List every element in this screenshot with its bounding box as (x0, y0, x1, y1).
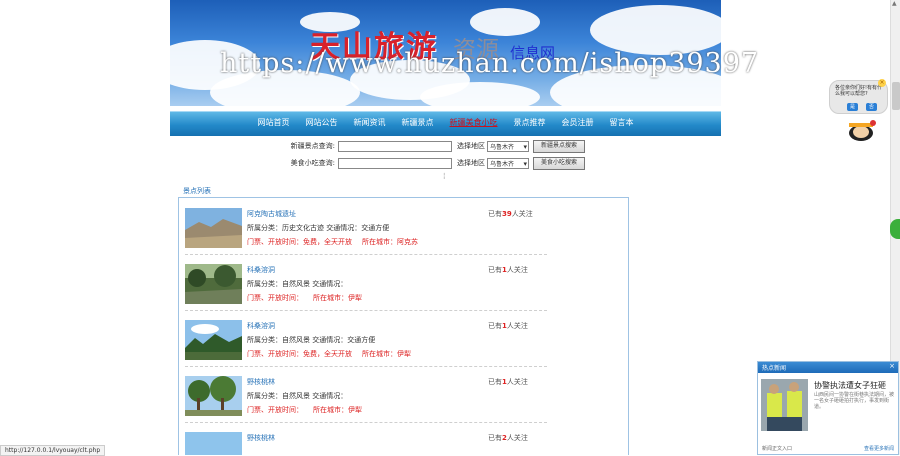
scenic-name-link[interactable]: 科桑溶洞 (247, 321, 275, 331)
scroll-up-arrow-icon[interactable]: ▲ (892, 0, 897, 7)
scenic-name-link[interactable]: 科桑溶洞 (247, 265, 275, 275)
nav-item-register[interactable]: 会员注册 (554, 112, 602, 136)
news-image[interactable] (761, 379, 808, 431)
follow-count: 已有39人关注 (488, 210, 533, 218)
nav-item-scenic[interactable]: 新疆景点 (394, 112, 442, 136)
scenic-search-button[interactable]: 新疆景点搜索 (533, 139, 586, 153)
scenic-thumbnail[interactable] (185, 264, 242, 304)
chat-no-button[interactable]: 否 (866, 103, 878, 111)
city-text: 所在城市：伊犁 (362, 350, 411, 358)
scenic-name-link[interactable]: 野核桃林 (247, 433, 275, 443)
list-item: 阿克陶古城遗址 所属分类：历史文化古迹 交通情况：交通方便 门票、开放时间：免费… (185, 198, 547, 255)
city-text: 所在城市：伊犁 (313, 294, 362, 302)
chat-mascot-icon[interactable] (847, 117, 879, 141)
news-headline-link[interactable]: 协警执法遭女子狂砸 (814, 380, 886, 391)
scenic-meta: 所属分类：自然风景 交通情况： (247, 392, 348, 400)
nav-item-food[interactable]: 新疆美食小吃 (442, 112, 506, 136)
nav-item-news[interactable]: 新闻资讯 (346, 112, 394, 136)
city-text: 所在城市：阿克苏 (362, 238, 418, 246)
scenic-name-link[interactable]: 野核桃林 (247, 377, 275, 387)
main-nav: 网站首页 网站公告 新闻资讯 新疆景点 新疆美食小吃 景点推荐 会员注册 留言本 (170, 111, 721, 136)
scrollbar-thumb[interactable] (892, 82, 900, 110)
food-search-input[interactable] (338, 157, 452, 169)
scenic-region-label: 选择地区 (457, 142, 485, 150)
news-popup: 热点新闻 × 协警执法遭女子狂砸 山西民间一协警在街巷执法期间，被一名女子砸砸拍… (757, 361, 899, 455)
news-popup-title: 热点新闻 (762, 365, 787, 372)
scenic-thumbnail[interactable] (185, 208, 242, 248)
news-popup-header: 热点新闻 × (758, 362, 898, 373)
list-item: 科桑溶洞 所属分类：自然风景 交通情况： 门票、开放时间： 所在城市：伊犁 已有1… (185, 254, 547, 311)
scenic-thumbnail[interactable] (185, 376, 242, 416)
nav-item-guestbook[interactable]: 留言本 (602, 112, 642, 136)
browser-status-bar: http://127.0.0.1/lvyouay/clt.php (0, 444, 900, 456)
scenic-meta: 所属分类：自然风景 交通情况： (247, 280, 348, 288)
follow-count: 已有1人关注 (488, 322, 528, 330)
watermark-text: https://www.huzhan.com/ishop39397 (220, 48, 760, 79)
scenic-ticket-info: 门票、开放时间：免费，全天开放 所在城市：伊犁 (247, 349, 421, 359)
list-heading: 景点列表 (183, 187, 211, 195)
nav-item-notice[interactable]: 网站公告 (298, 112, 346, 136)
scenic-meta: 所属分类：自然风景 交通情况：交通方便 (247, 336, 376, 344)
follow-count: 已有2人关注 (488, 434, 528, 442)
follow-count: 已有1人关注 (488, 266, 528, 274)
food-search-label: 美食小吃查询: (290, 159, 335, 167)
ticket-text: 门票、开放时间： (247, 294, 303, 302)
chat-close-icon[interactable]: × (878, 79, 886, 87)
scenic-ticket-info: 门票、开放时间： 所在城市：伊犁 (247, 293, 372, 303)
food-search-button[interactable]: 美食小吃搜索 (533, 156, 586, 170)
follow-count: 已有1人关注 (488, 378, 528, 386)
scenic-search-input[interactable] (338, 140, 452, 152)
news-summary: 山西民间一协警在街巷执法期间，被一名女子砸砸拍打执行，事发到街道。 (814, 392, 895, 410)
chat-bubble-text: 各位亲你们好!有有什么我可以帮您? (835, 85, 883, 97)
list-item: 科桑溶洞 所属分类：自然风景 交通情况：交通方便 门票、开放时间：免费，全天开放… (185, 310, 547, 367)
food-region-select[interactable]: 乌鲁木齐 (487, 157, 529, 170)
nav-item-recommend[interactable]: 景点推荐 (506, 112, 554, 136)
scenic-region-select[interactable]: 乌鲁木齐 (487, 140, 529, 153)
scenic-name-link[interactable]: 阿克陶古城遗址 (247, 209, 296, 219)
city-text: 所在城市：伊犁 (313, 406, 362, 414)
text-caret: ¦ (443, 172, 446, 180)
chat-yes-button[interactable]: 是 (847, 103, 859, 111)
ticket-text: 门票、开放时间： (247, 406, 303, 414)
list-item: 野核桃林 所属分类：自然风景 交通情况： 门票、开放时间： 所在城市：伊犁 已有1… (185, 366, 547, 423)
scenic-ticket-info: 门票、开放时间： 所在城市：伊犁 (247, 405, 372, 415)
status-url: http://127.0.0.1/lvyouay/clt.php (0, 445, 106, 456)
scenic-ticket-info: 门票、开放时间：免费，全天开放 所在城市：阿克苏 (247, 237, 428, 247)
side-float-tab[interactable] (890, 219, 900, 239)
scenic-search-label: 新疆景点查询: (290, 142, 335, 150)
nav-item-home[interactable]: 网站首页 (250, 112, 298, 136)
food-search-row: 美食小吃查询: 选择地区 乌鲁木齐 美食小吃搜索 (283, 156, 586, 170)
scenic-search-row: 新疆景点查询: 选择地区 乌鲁木齐 新疆景点搜索 (283, 139, 586, 153)
food-region-label: 选择地区 (457, 159, 485, 167)
scenic-meta: 所属分类：历史文化古迹 交通情况：交通方便 (247, 224, 390, 232)
scenic-list: 阿克陶古城遗址 所属分类：历史文化古迹 交通情况：交通方便 门票、开放时间：免费… (178, 197, 629, 455)
ticket-text: 门票、开放时间：免费，全天开放 (247, 350, 352, 358)
scenic-thumbnail[interactable] (185, 320, 242, 360)
news-popup-close-icon[interactable]: × (889, 362, 895, 370)
ticket-text: 门票、开放时间：免费，全天开放 (247, 238, 352, 246)
